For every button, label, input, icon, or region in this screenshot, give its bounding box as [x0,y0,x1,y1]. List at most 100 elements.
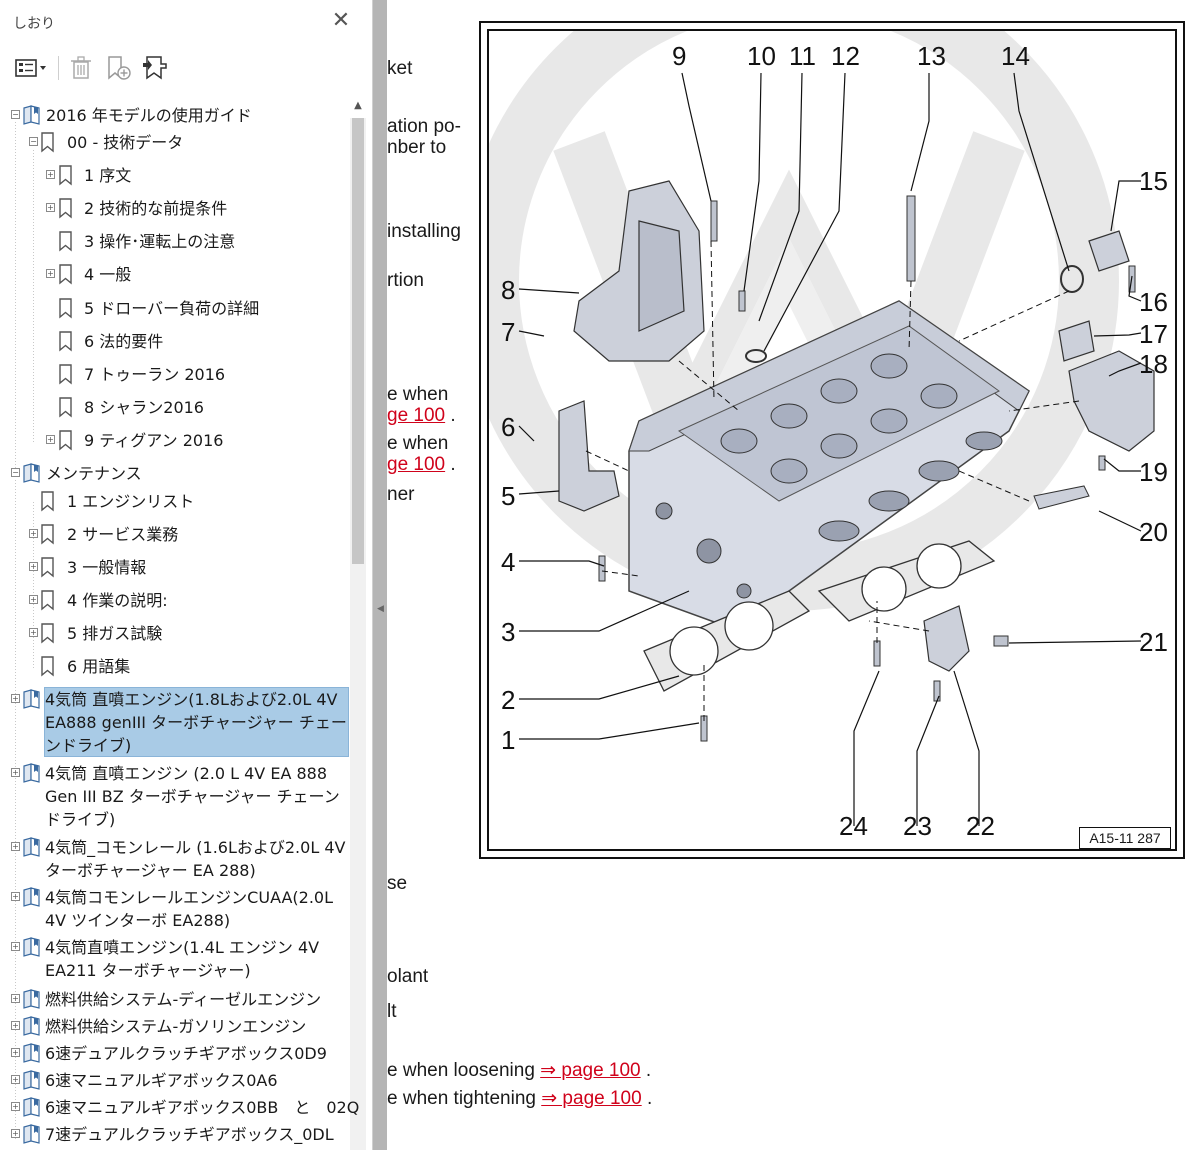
book-icon [22,1123,42,1145]
bookmark-label: メンテナンス [46,464,142,483]
bookmark-label: 9 ティグアン 2016 [84,431,224,450]
callout-number: 1 [501,725,516,755]
callout-number: 22 [966,811,995,841]
bookmark-icon [38,589,58,611]
bookmark-item[interactable]: 5 ドローバー負荷の詳細 [0,297,345,321]
scrollbar-thumb[interactable] [352,118,364,564]
bookmark-label: 00 - 技術データ [67,133,184,152]
bookmark-item[interactable]: +4気筒直噴エンジン(1.4L エンジン 4V EA211 ターボチャージャー) [0,936,345,982]
expander-icon[interactable]: + [29,595,38,604]
book-icon [22,1096,42,1118]
bookmark-label: 8 シャラン2016 [84,398,204,417]
bookmark-item[interactable]: +6速マニュアルギアボックス0BB と 02Q [0,1096,359,1120]
bookmark-item[interactable]: 1 エンジンリスト [0,490,345,514]
bookmark-icon [38,131,58,153]
expander-icon[interactable]: − [29,137,38,146]
bookmark-item[interactable]: +7速デュアルクラッチギアボックス_0DL [0,1123,345,1147]
text-fragment: e when loosening [387,1060,541,1081]
bookmark-item[interactable]: + 燃料供給システム-ガソリンエンジン [0,1015,345,1039]
bookmark-label: 6 用語集 [67,657,131,676]
document-text-line: se [387,873,407,895]
bookmark-item[interactable]: − 00 - 技術データ [0,131,345,155]
expander-icon[interactable]: + [11,994,20,1003]
bookmark-icon [56,330,76,352]
bookmark-item[interactable]: +2 技術的な前提条件 [0,197,345,221]
document-text-line: e whenpage 100 [387,384,448,406]
collapse-arrow-icon[interactable]: ◀ [377,604,384,614]
expander-icon[interactable]: + [46,269,55,278]
text-fragment: installing [387,221,461,242]
bookmark-item[interactable]: − メンテナンス [0,462,345,486]
expander-icon[interactable]: + [29,529,38,538]
expander-icon[interactable]: + [11,942,20,951]
bookmark-item[interactable]: +4 一般 [0,263,345,287]
bookmark-item[interactable]: +5 排ガス試験 [0,622,345,646]
expander-icon[interactable]: + [11,694,20,703]
page-link[interactable]: ⇒ page 100 [541,1088,641,1109]
bookmark-icon [56,396,76,418]
bookmark-label: 4 一般 [84,265,132,284]
scroll-up-arrow[interactable]: ▲ [350,100,366,114]
expander-icon[interactable]: + [11,1021,20,1030]
bookmark-item[interactable]: +4 作業の説明: [0,589,345,613]
expander-icon[interactable]: + [11,1102,20,1111]
expander-icon[interactable]: + [11,892,20,901]
panel-splitter[interactable]: ◀ [373,0,387,1150]
expander-icon[interactable]: + [11,1048,20,1057]
document-text-line: olant [387,966,428,988]
bookmark-item[interactable]: 6 用語集 [0,655,345,679]
bookmark-item[interactable]: +2 サービス業務 [0,523,345,547]
expander-icon[interactable]: − [11,468,20,477]
page-link[interactable]: ⇒ page 100 [540,1060,640,1081]
document-text-line: e when loosening ⇒ page 100 . [387,1059,651,1082]
expander-icon[interactable]: + [11,842,20,851]
bookmark-item[interactable]: 7 トゥーラン 2016 [0,363,345,387]
bookmark-item[interactable]: +4気筒 直噴エンジン (2.0 L 4V EA 888 Gen III BZ … [0,762,345,832]
bookmark-item[interactable]: + 燃料供給システム-ディーゼルエンジン [0,988,345,1012]
text-fragment: . [445,405,456,426]
bookmark-item[interactable]: 8 シャラン2016 [0,396,345,420]
bookmarks-scrollbar[interactable] [350,118,366,1150]
bookmark-item[interactable]: +4気筒_コモンレール (1.6Lおよび2.0L 4V ターボチャージャー EA… [0,836,345,882]
expander-icon[interactable]: + [46,170,55,179]
callout-number: 14 [1001,41,1030,71]
expander-icon[interactable]: + [46,203,55,212]
text-fragment: ket [387,58,413,79]
expander-icon[interactable]: + [46,435,55,444]
book-icon [22,688,42,710]
callout-number: 11 [789,41,816,71]
expander-icon[interactable]: + [29,628,38,637]
expander-icon[interactable]: + [11,1075,20,1084]
bookmark-item[interactable]: +3 一般情報 [0,556,345,580]
bookmark-label: 7 トゥーラン 2016 [84,365,226,384]
text-fragment: . [641,1088,653,1109]
callout-number: 7 [501,317,516,347]
bookmark-item[interactable]: +6速デュアルクラッチギアボックス0D9 [0,1042,345,1066]
bookmark-item[interactable]: 6 法的要件 [0,330,345,354]
expander-icon[interactable]: + [11,1129,20,1138]
expander-icon[interactable]: + [11,768,20,777]
expander-icon[interactable]: + [29,562,38,571]
callout-number: 10 [747,41,776,71]
bookmark-item[interactable]: 3 操作･運転上の注意 [0,230,345,254]
bookmark-icon [56,297,76,319]
bookmark-label: 7速デュアルクラッチギアボックス_0DL [45,1125,334,1144]
bookmark-item[interactable]: +6速マニュアルギアボックス0A6 [0,1069,345,1093]
bookmark-icon [38,523,58,545]
text-fragment: . [640,1060,652,1081]
text-fragment: olant [387,966,429,987]
bookmark-item[interactable]: − 2016 年モデルの使用ガイド [0,104,345,128]
bookmark-item[interactable]: +1 序文 [0,164,345,188]
bookmark-item[interactable]: +9 ティグアン 2016 [0,429,345,453]
document-text-line: e when [387,433,448,455]
bookmark-item[interactable]: +4気筒コモンレールエンジンCUAA(2.0L 4V ツインターボ EA288) [0,886,345,932]
page-link[interactable]: ge 100 [387,454,445,475]
expander-icon[interactable]: − [11,110,20,119]
page-link[interactable]: ge 100 [387,405,445,426]
callout-number: 6 [501,412,516,442]
book-icon [22,462,42,484]
bookmark-icon [38,490,58,512]
document-text-line: ge 100 . [387,454,456,476]
bookmark-item[interactable]: +4気筒 直噴エンジン(1.8Lおよび2.0L 4V EA888 genIII … [0,688,347,758]
bookmark-label: 6 法的要件 [84,332,164,351]
